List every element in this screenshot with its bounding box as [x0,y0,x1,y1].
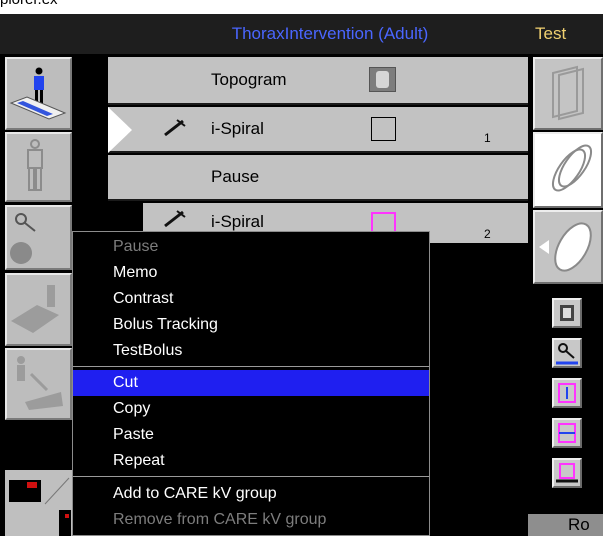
scan-label: i-Spiral [211,119,264,138]
menu-item-testbolus[interactable]: TestBolus [73,338,429,364]
context-menu: Pause Memo Contrast Bolus Tracking TestB… [72,231,430,536]
menu-item-copy[interactable]: Copy [73,396,429,422]
copy-range-button[interactable] [552,298,582,328]
syringe-icon [164,119,186,137]
scan-label: i-Spiral [211,212,264,231]
scan-checkbox[interactable] [371,117,396,141]
patient-transfer-button[interactable] [5,348,72,420]
person-outline-icon [27,139,43,191]
key-scan-icon [10,213,36,264]
menu-separator [73,366,429,367]
table-range-button[interactable] [552,458,582,488]
exam-setup-button[interactable] [5,205,72,270]
table-range-icon [556,463,578,483]
film-copy-icon [560,305,574,321]
patient-position-button[interactable] [5,57,72,130]
menu-item-contrast[interactable]: Contrast [73,286,429,312]
menu-separator [73,476,429,477]
scan-row-pause[interactable]: Pause [108,155,528,201]
menu-item-repeat[interactable]: Repeat [73,448,429,474]
volume-mode-button[interactable] [533,210,603,284]
scan-index: 2 [484,227,491,241]
patient-orientation-button[interactable] [5,132,72,202]
slices-stack-icon [552,65,584,121]
scan-index: 1 [484,131,491,145]
spiral-mode-button[interactable] [533,132,603,208]
reconstruction-slices-button[interactable] [533,57,603,130]
scan-row-topogram[interactable]: Topogram [108,57,528,105]
spiral-rings-icon [551,144,593,192]
current-scan-arrow-icon [108,107,132,153]
roi-label: Ro [568,515,590,534]
menu-item-bolus-tracking[interactable]: Bolus Tracking [73,312,429,338]
patient-table-icon [9,67,67,120]
key-icon [556,343,578,365]
dose-display-icon [9,477,71,536]
range-expand-icon [558,383,576,403]
topogram-thumbnail-icon [369,67,396,92]
ellipse-volume-icon [539,222,592,272]
patient-transfer-icon [17,356,63,410]
menu-item-paste[interactable]: Paste [73,422,429,448]
scan-label: Topogram [211,70,287,89]
key-range-button[interactable] [552,338,582,368]
menu-item-add-care-kv[interactable]: Add to CARE kV group [73,481,429,507]
roi-button[interactable]: Ro [528,514,603,536]
mode-label: Test [535,24,567,43]
range-shrink-icon [558,423,576,443]
menu-item-memo[interactable]: Memo [73,260,429,286]
range-expand-button[interactable] [552,378,582,408]
menu-item-cut[interactable]: Cut [73,370,429,396]
dose-indicator-button[interactable] [5,470,72,536]
top-strip: plorer.ex [0,0,603,14]
menu-item-remove-care-kv[interactable]: Remove from CARE kV group [73,507,429,533]
scan-label: Pause [211,167,260,186]
scan-table-button[interactable] [5,273,72,346]
table-ct-icon [11,285,59,333]
menu-item-pause[interactable]: Pause [73,234,429,260]
partial-window-text: plorer.ex [0,0,58,8]
syringe-icon [164,210,186,228]
protocol-title: ThoraxIntervention (Adult) [231,24,429,43]
range-shrink-button[interactable] [552,418,582,448]
scan-row-ispiral-1[interactable]: i-Spiral 1 [108,107,528,153]
